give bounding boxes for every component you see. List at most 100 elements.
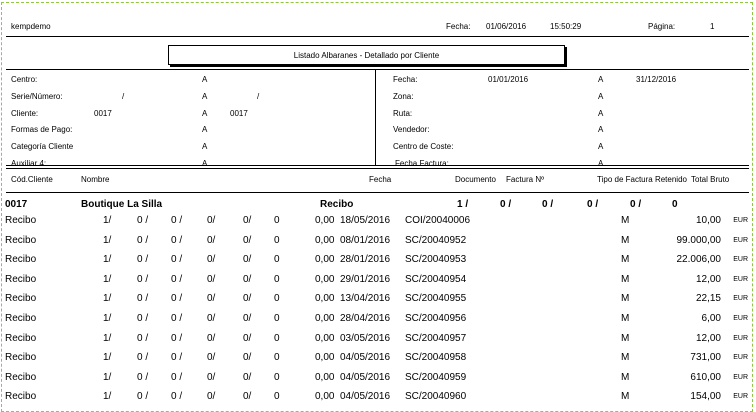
row-importe: 0,00 (315, 352, 335, 364)
row-count-4: 0/ (207, 313, 216, 324)
row-fecha: 03/05/2016 (340, 332, 391, 344)
page-label: Página: (648, 22, 676, 31)
group-type: Recibo (320, 199, 354, 210)
group-count-6: 0 (672, 199, 678, 210)
row-count-1: 1/ (103, 293, 112, 305)
row-count-5: 0/ (243, 313, 252, 324)
row-total: 6,00 (701, 313, 721, 324)
row-count-3: 0 / (171, 391, 183, 403)
row-importe: 0,00 (315, 332, 335, 344)
filter-from: 01/01/2016 (488, 75, 529, 84)
filter-to: 0017 (230, 108, 248, 118)
row-tipo: Recibo (5, 371, 37, 383)
row-documento: SC/20040960 (405, 391, 467, 403)
row-currency: EUR (733, 315, 748, 322)
row-count-2: 0 / (137, 313, 149, 324)
table-row: Recibo 1/0 / 0 / 0/0/0 0,00 28/01/2016 SC/2004… (2, 254, 754, 270)
row-count-5: 0/ (243, 273, 252, 285)
row-count-1: 1/ (103, 371, 112, 383)
row-count-2: 0 / (137, 371, 149, 383)
group-count-3: 0 / (542, 199, 554, 210)
page-number: 1 (710, 22, 715, 31)
row-retenido: M (621, 313, 630, 324)
row-total: 154,00 (690, 391, 721, 403)
row-importe: 0,00 (315, 391, 335, 403)
filter-from: / (122, 91, 125, 101)
row-importe: 0,00 (315, 234, 335, 246)
row-count-3: 0 / (171, 352, 183, 364)
row-count-3: 0 / (171, 313, 183, 324)
row-total: 22.006,00 (676, 254, 722, 266)
row-currency: EUR (733, 217, 748, 224)
row-count-4: 0/ (207, 234, 216, 246)
row-tipo: Recibo (5, 391, 37, 403)
row-count-6: 0 (274, 332, 280, 344)
row-documento: SC/20040957 (405, 332, 467, 344)
group-count-1: 1 / (457, 199, 469, 210)
row-count-4: 0/ (207, 391, 216, 403)
row-fecha: 18/05/2016 (340, 215, 391, 226)
row-currency: EUR (733, 373, 748, 381)
row-total: 12,00 (695, 332, 721, 344)
row-retenido: M (621, 215, 630, 226)
row-count-5: 0/ (243, 293, 252, 305)
row-total: 12,00 (695, 273, 721, 285)
filter-a: A (202, 159, 208, 168)
row-count-6: 0 (274, 352, 280, 364)
row-retenido: M (621, 254, 630, 266)
row-count-2: 0 / (137, 254, 149, 266)
row-currency: EUR (733, 354, 748, 362)
filter-label: Auxiliar 4: (11, 159, 47, 168)
row-count-3: 0 / (171, 273, 183, 285)
row-documento: SC/20040953 (405, 254, 467, 266)
filter-a: A (202, 75, 208, 84)
row-retenido: M (621, 273, 630, 285)
row-importe: 0,00 (315, 313, 335, 324)
row-count-2: 0 / (137, 273, 149, 285)
row-count-3: 0 / (171, 254, 183, 266)
row-currency: EUR (733, 393, 748, 401)
filter-label: Zona: (393, 91, 414, 101)
row-currency: EUR (733, 295, 748, 303)
row-count-3: 0 / (171, 234, 183, 246)
report-page: kempdemo Fecha: 01/06/2016 15:50:29 Pági… (1, 2, 753, 412)
table-row: Recibo 1/0 / 0 / 0/0/0 0,00 04/05/2016 SC/2004… (2, 372, 754, 388)
filter-from: 0017 (94, 108, 112, 118)
row-count-4: 0/ (207, 332, 216, 344)
row-count-2: 0 / (137, 332, 149, 344)
row-documento: SC/20040955 (405, 293, 467, 305)
filter-a: A (598, 142, 604, 152)
row-tipo: Recibo (5, 313, 37, 324)
row-count-4: 0/ (207, 371, 216, 383)
row-documento: SC/20040952 (405, 234, 467, 246)
row-importe: 0,00 (315, 215, 335, 226)
row-total: 610,00 (690, 371, 721, 383)
row-fecha: 04/05/2016 (340, 371, 391, 383)
row-fecha: 04/05/2016 (340, 391, 391, 403)
table-row: Recibo 1/0 / 0 / 0/0/0 0,00 29/01/2016 SC/2004… (2, 274, 754, 290)
user-name: kempdemo (11, 22, 51, 31)
row-count-6: 0 (274, 273, 280, 285)
row-documento: COI/20040006 (405, 215, 471, 226)
row-count-6: 0 (274, 391, 280, 403)
row-count-3: 0 / (171, 371, 183, 383)
report-title: Listado Albaranes - Detallado por Client… (168, 45, 565, 65)
row-tipo: Recibo (5, 215, 37, 226)
row-count-4: 0/ (207, 215, 216, 226)
table-row: Recibo 1/0 / 0 / 0/0/0 0,00 13/04/2016 SC/2004… (2, 293, 754, 309)
row-total: 731,00 (690, 352, 721, 364)
row-count-3: 0 / (171, 332, 183, 344)
table-row: Recibo 1/0 / 0 / 0/0/0 0,00 28/04/2016 SC/2004… (2, 313, 754, 329)
row-count-6: 0 (274, 293, 280, 305)
row-currency: EUR (733, 275, 748, 283)
filters-bottom-divider-2 (6, 168, 749, 169)
client-code: 0017 (5, 199, 28, 210)
table-row: Recibo 1/0 / 0 / 0/0/0 0,00 08/01/2016 SC/2004… (2, 235, 754, 251)
filter-a: A (202, 91, 208, 101)
row-count-5: 0/ (243, 215, 252, 226)
client-group-header: 0017 Boutique La Silla Recibo 1 / 0 / 0 … (2, 199, 754, 215)
row-fecha: 29/01/2016 (340, 273, 391, 285)
row-documento: SC/20040959 (405, 371, 467, 383)
row-count-5: 0/ (243, 234, 252, 246)
filter-label: Centro de Coste: (393, 142, 454, 152)
